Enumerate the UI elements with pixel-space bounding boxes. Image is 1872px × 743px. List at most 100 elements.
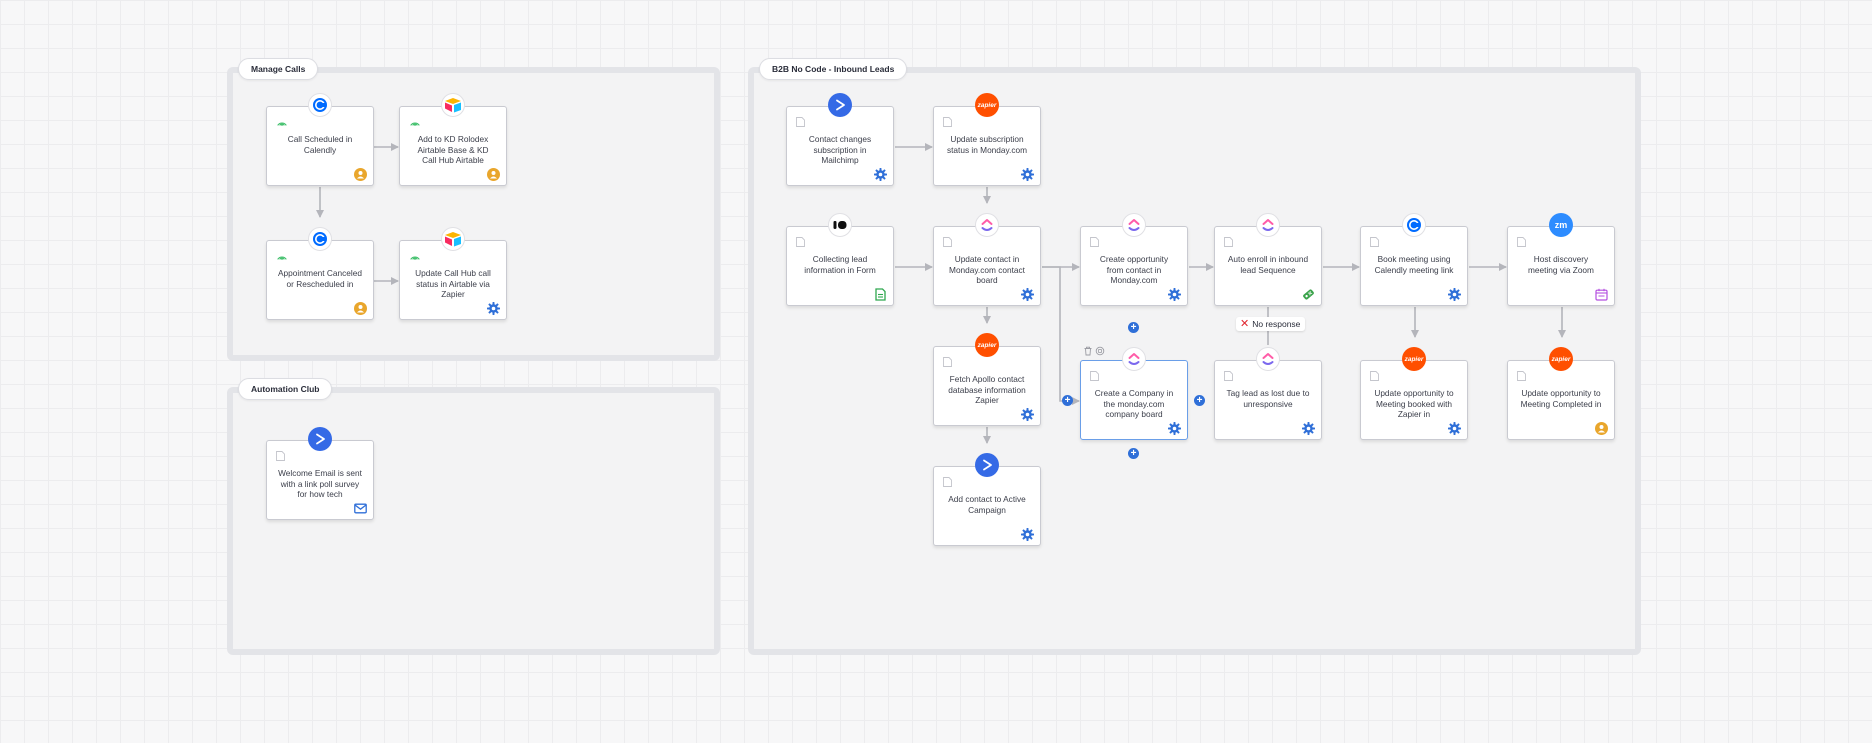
typeform-logo-icon bbox=[828, 213, 852, 237]
zapier-logo-text: zapier bbox=[977, 101, 997, 109]
gear-icon bbox=[1021, 288, 1034, 301]
add-step-button[interactable]: + bbox=[1128, 322, 1139, 333]
calendly-logo-icon bbox=[308, 227, 332, 251]
radio-wave-icon bbox=[410, 256, 420, 260]
node-title: Add contact to Active Campaign bbox=[948, 494, 1026, 515]
node-host-discovery[interactable]: Host discovery meeting via Zoom bbox=[1507, 226, 1615, 306]
node-add-to-kd-rolodex[interactable]: Add to KD Rolodex Airtable Base & KD Cal… bbox=[399, 106, 507, 186]
node-update-subscription-status[interactable]: Update subscription status in Monday.com bbox=[933, 106, 1041, 186]
zoom-logo-text: zm bbox=[1554, 220, 1568, 230]
node-add-active-campaign[interactable]: Add contact to Active Campaign bbox=[933, 466, 1041, 546]
status-tag-no-response[interactable]: ✕ No response bbox=[1236, 317, 1306, 331]
gear-icon bbox=[1448, 422, 1461, 435]
node-title: Call Scheduled in Calendly bbox=[287, 134, 353, 155]
node-title: Create a Company in the monday.com compa… bbox=[1094, 388, 1174, 420]
node-title: Collecting lead information in Form bbox=[804, 254, 876, 275]
node-title: Update opportunity to Meeting Completed … bbox=[1520, 388, 1602, 409]
airtable-logo-icon bbox=[441, 227, 465, 251]
node-title: Book meeting using Calendly meeting link bbox=[1374, 254, 1454, 275]
add-step-button[interactable]: + bbox=[1194, 395, 1205, 406]
node-create-company[interactable]: Create a Company in the monday.com compa… bbox=[1080, 360, 1188, 440]
gear-icon bbox=[1302, 422, 1315, 435]
node-title: Welcome Email is sent with a link poll s… bbox=[278, 468, 362, 500]
gear-icon bbox=[874, 168, 887, 181]
active-campaign-logo-icon bbox=[828, 93, 852, 117]
zapier-logo-icon: zapier bbox=[1549, 347, 1573, 371]
node-title: Update opportunity to Meeting booked wit… bbox=[1374, 388, 1454, 420]
zapier-logo-icon: zapier bbox=[975, 333, 999, 357]
zapier-logo-icon: zapier bbox=[1402, 347, 1426, 371]
node-title: Tag lead as lost due to unresponsive bbox=[1226, 388, 1310, 409]
radio-wave-icon bbox=[277, 256, 287, 260]
calendly-logo-icon bbox=[1402, 213, 1426, 237]
person-badge-icon bbox=[1595, 422, 1608, 435]
gear-icon bbox=[1021, 168, 1034, 181]
node-title: Update subscription status in Monday.com bbox=[946, 134, 1028, 155]
node-title: Update Call Hub call status in Airtable … bbox=[415, 268, 491, 300]
clickup-logo-icon bbox=[1256, 213, 1280, 237]
node-fetch-apollo[interactable]: Fetch Apollo contact database informatio… bbox=[933, 346, 1041, 426]
document-icon bbox=[1517, 371, 1526, 381]
node-title: Fetch Apollo contact database informatio… bbox=[948, 374, 1026, 406]
node-collecting-lead-info[interactable]: Collecting lead information in Form bbox=[786, 226, 894, 306]
node-welcome-email[interactable]: Welcome Email is sent with a link poll s… bbox=[266, 440, 374, 520]
zapier-logo-text: zapier bbox=[1404, 355, 1424, 363]
document-icon bbox=[1224, 371, 1233, 381]
calendly-logo-icon bbox=[308, 93, 332, 117]
gear-icon bbox=[1448, 288, 1461, 301]
node-title: Host discovery meeting via Zoom bbox=[1528, 254, 1594, 275]
gear-icon bbox=[487, 302, 500, 315]
node-contact-changes-subscription[interactable]: Contact changes subscription in Mailchim… bbox=[786, 106, 894, 186]
node-create-opportunity[interactable]: Create opportunity from contact in Monda… bbox=[1080, 226, 1188, 306]
document-icon bbox=[943, 477, 952, 487]
copy-icon[interactable] bbox=[1095, 346, 1105, 356]
gear-icon bbox=[1168, 422, 1181, 435]
airtable-logo-icon bbox=[441, 93, 465, 117]
node-title: Appointment Canceled or Rescheduled in bbox=[278, 268, 362, 289]
person-badge-icon bbox=[354, 302, 367, 315]
document-icon bbox=[1370, 371, 1379, 381]
node-title: Contact changes subscription in Mailchim… bbox=[808, 134, 872, 166]
document-icon bbox=[1224, 237, 1233, 247]
active-campaign-logo-icon bbox=[308, 427, 332, 451]
trash-icon[interactable] bbox=[1083, 346, 1093, 356]
document-icon bbox=[1090, 371, 1099, 381]
add-step-button[interactable]: + bbox=[1062, 395, 1073, 406]
node-update-opp-booked[interactable]: Update opportunity to Meeting booked wit… bbox=[1360, 360, 1468, 440]
status-tag-label: No response bbox=[1252, 319, 1301, 329]
clickup-logo-icon bbox=[1122, 213, 1146, 237]
gear-icon bbox=[1021, 408, 1034, 421]
edge-update-contact-to-create-company bbox=[1042, 266, 1080, 405]
node-title: Add to KD Rolodex Airtable Base & KD Cal… bbox=[417, 134, 489, 166]
document-icon bbox=[943, 117, 952, 127]
person-badge-icon bbox=[487, 168, 500, 181]
zapier-logo-text: zapier bbox=[977, 341, 997, 349]
clickup-logo-icon bbox=[1256, 347, 1280, 371]
document-icon bbox=[1090, 237, 1099, 247]
node-auto-enroll[interactable]: Auto enroll in inbound lead Sequence bbox=[1214, 226, 1322, 306]
node-tag-lead-lost[interactable]: Tag lead as lost due to unresponsive bbox=[1214, 360, 1322, 440]
gear-icon bbox=[1021, 528, 1034, 541]
node-title: Update contact in Monday.com contact boa… bbox=[949, 254, 1025, 286]
person-badge-icon bbox=[354, 168, 367, 181]
node-book-meeting[interactable]: Book meeting using Calendly meeting link bbox=[1360, 226, 1468, 306]
clickup-logo-icon bbox=[975, 213, 999, 237]
document-icon bbox=[943, 237, 952, 247]
form-icon bbox=[875, 288, 886, 301]
radio-wave-icon bbox=[277, 122, 287, 126]
mail-icon bbox=[354, 503, 367, 514]
document-icon bbox=[796, 237, 805, 247]
gear-icon bbox=[1168, 288, 1181, 301]
document-icon bbox=[1370, 237, 1379, 247]
node-call-scheduled[interactable]: Call Scheduled in Calendly bbox=[266, 106, 374, 186]
add-step-button[interactable]: + bbox=[1128, 448, 1139, 459]
tag-icon bbox=[1303, 289, 1314, 300]
node-update-contact-monday[interactable]: Update contact in Monday.com contact boa… bbox=[933, 226, 1041, 306]
node-update-call-hub[interactable]: Update Call Hub call status in Airtable … bbox=[399, 240, 507, 320]
document-icon bbox=[276, 451, 285, 461]
node-update-opp-completed[interactable]: Update opportunity to Meeting Completed … bbox=[1507, 360, 1615, 440]
node-appointment-canceled[interactable]: Appointment Canceled or Rescheduled in bbox=[266, 240, 374, 320]
node-title: Create opportunity from contact in Monda… bbox=[1099, 254, 1169, 286]
active-campaign-logo-icon bbox=[975, 453, 999, 477]
zapier-logo-icon: zapier bbox=[975, 93, 999, 117]
